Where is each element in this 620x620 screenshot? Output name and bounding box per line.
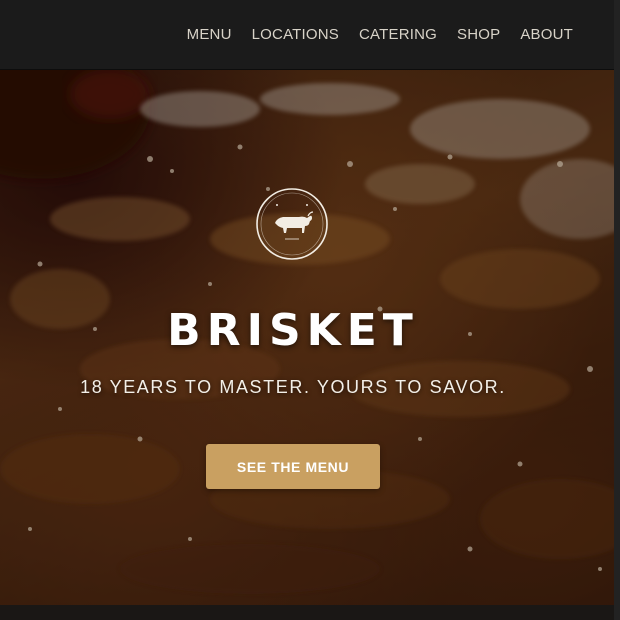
hero-tagline: 18 YEARS TO MASTER. YOURS TO SAVOR. [80, 377, 506, 397]
nav-item-menu[interactable]: MENU [187, 26, 232, 43]
see-the-menu-button[interactable]: SEE THE MENU [206, 444, 380, 489]
nav-item-shop[interactable]: SHOP [457, 26, 500, 43]
section-divider [0, 605, 620, 620]
scrollbar[interactable] [614, 0, 620, 620]
bull-emblem-icon [256, 188, 328, 260]
main-nav: MENU LOCATIONS CATERING SHOP ABOUT [187, 0, 573, 69]
page: MENU LOCATIONS CATERING SHOP ABOUT BRISK… [0, 0, 620, 620]
nav-item-catering[interactable]: CATERING [359, 26, 437, 43]
nav-item-locations[interactable]: LOCATIONS [252, 26, 339, 43]
hero-title: BRISKET [167, 305, 419, 356]
nav-item-about[interactable]: ABOUT [520, 26, 573, 43]
hero-section: BRISKET 18 YEARS TO MASTER. YOURS TO SAV… [0, 69, 620, 605]
top-navigation-bar: MENU LOCATIONS CATERING SHOP ABOUT [0, 0, 620, 69]
